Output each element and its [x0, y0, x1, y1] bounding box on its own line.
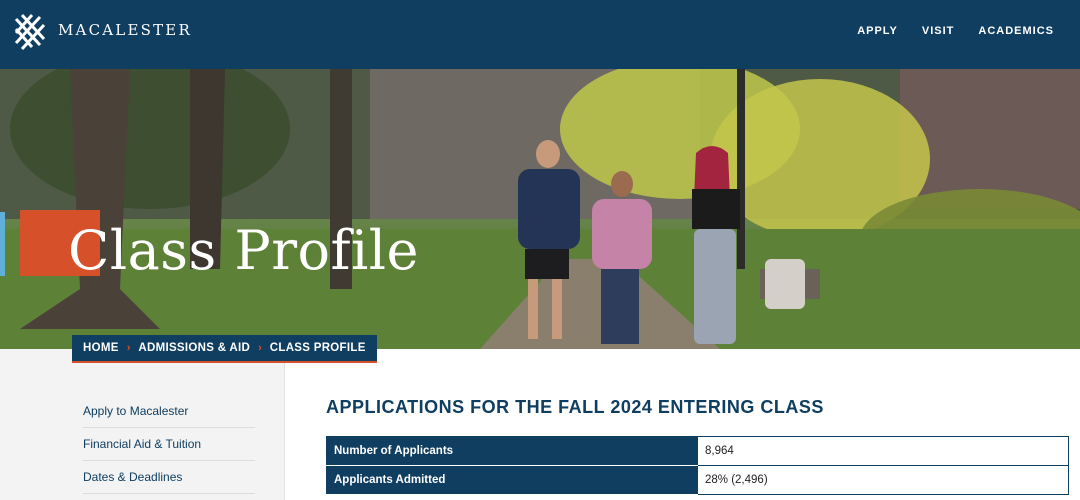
section-heading: APPLICATIONS FOR THE FALL 2024 ENTERING … — [326, 397, 824, 417]
row-label: Number of Applicants — [326, 436, 698, 466]
breadcrumb-separator-icon: › — [126, 342, 131, 354]
table-row: Number of Applicants 8,964 — [326, 436, 1069, 466]
sidebar-item-apply[interactable]: Apply to Macalester — [83, 395, 255, 428]
hero-banner: Class Profile — [0, 69, 1080, 349]
page-title: Class Profile — [68, 219, 420, 282]
sidebar-item-financial-aid[interactable]: Financial Aid & Tuition — [83, 428, 255, 461]
primary-nav: APPLY VISIT ACADEMICS — [857, 25, 1054, 37]
nav-academics[interactable]: ACADEMICS — [978, 25, 1054, 37]
breadcrumb: HOME › ADMISSIONS & AID › CLASS PROFILE — [72, 335, 377, 363]
sidebar-item-dates-deadlines[interactable]: Dates & Deadlines — [83, 461, 255, 494]
breadcrumb-separator-icon: › — [258, 342, 262, 354]
hero-accent-blue — [0, 212, 5, 276]
row-value: 8,964 — [697, 436, 1069, 466]
row-label: Applicants Admitted — [326, 465, 698, 495]
breadcrumb-admissions-aid[interactable]: ADMISSIONS & AID — [138, 342, 250, 354]
brand-wordmark[interactable]: MACALESTER — [58, 21, 192, 39]
breadcrumb-current: CLASS PROFILE — [269, 342, 366, 354]
breadcrumb-home[interactable]: HOME — [83, 342, 119, 354]
macalester-plaid-logo-icon[interactable] — [14, 13, 46, 51]
nav-apply[interactable]: APPLY — [857, 25, 898, 37]
site-header: MACALESTER APPLY VISIT ACADEMICS — [0, 0, 1080, 69]
table-row: Applicants Admitted 28% (2,496) — [326, 465, 1069, 495]
applications-table: Number of Applicants 8,964 Applicants Ad… — [326, 436, 1069, 495]
nav-visit[interactable]: VISIT — [922, 25, 955, 37]
sidebar-nav: Apply to Macalester Financial Aid & Tuit… — [0, 349, 285, 500]
row-value: 28% (2,496) — [697, 465, 1069, 495]
hero-photo — [0, 69, 1080, 349]
